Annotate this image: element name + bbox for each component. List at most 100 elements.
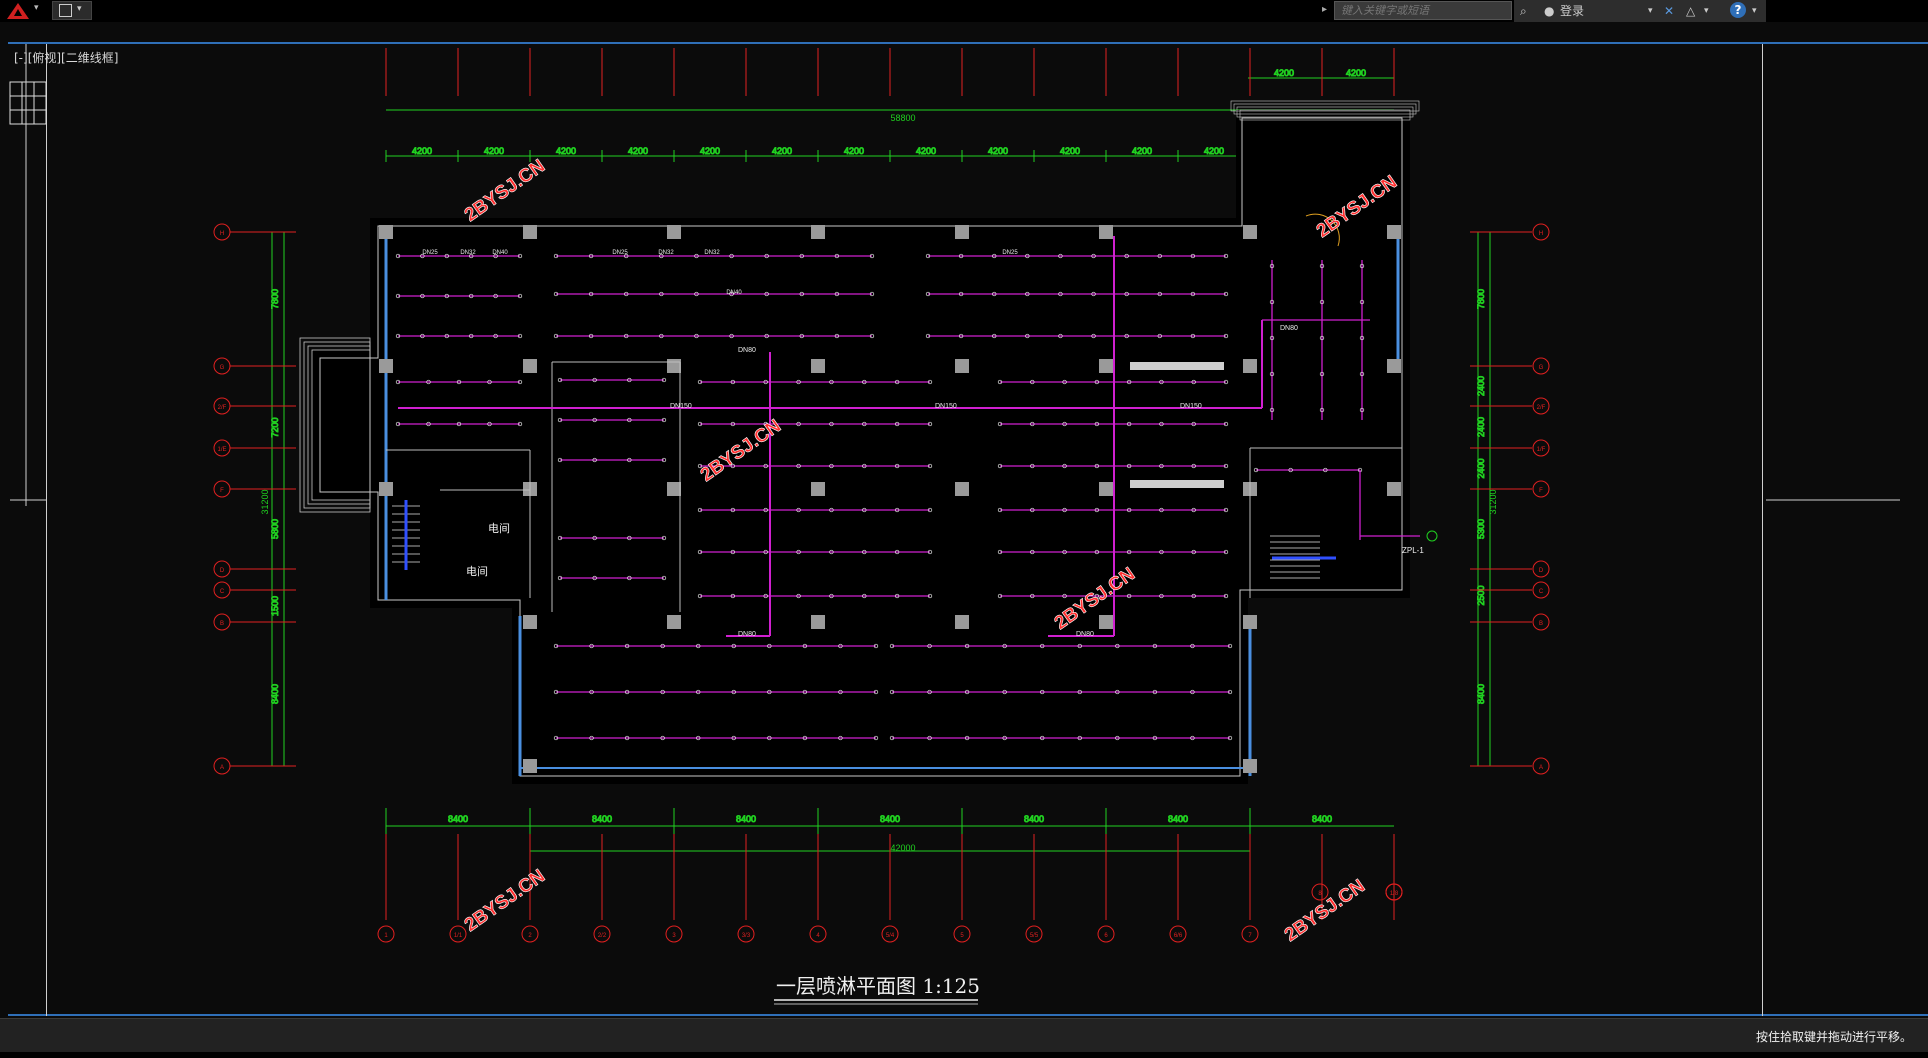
axis-bubble-label: 5 (960, 933, 964, 939)
top-dim-text: 4200 (916, 146, 936, 156)
structural-column (667, 482, 681, 496)
right-dim-text: 8400 (1476, 684, 1486, 704)
bottom-dim-text: 8400 (736, 814, 756, 824)
main-pipe-label-3: DN150 (670, 403, 692, 410)
axis-bubble-label: 6 (1104, 933, 1108, 939)
left-dim-text: 8400 (270, 684, 280, 704)
branch-pipe-label: DN40 (726, 290, 742, 296)
watermark-1: 2BYSJ.CN (461, 156, 549, 227)
structural-column (1099, 225, 1113, 239)
axis-bubble-label: F (220, 488, 224, 494)
axis-bubble-label: H (220, 231, 224, 237)
axis-bubble-label: G (1539, 365, 1544, 371)
axis-bubble-label: 1/F (1537, 447, 1546, 453)
top-right-dim-text: 4200 (1274, 68, 1294, 78)
top-dim-text: 4200 (844, 146, 864, 156)
bottom-dim-text: 8400 (1024, 814, 1044, 824)
branch-pipe-label: DN32 (658, 250, 674, 256)
right-dim-text: 2400 (1476, 417, 1486, 437)
top-dim-text: 4200 (700, 146, 720, 156)
main-pipe-label-4: DN80 (738, 347, 756, 354)
top-right-dim-text: 4200 (1346, 68, 1366, 78)
structural-column (379, 225, 393, 239)
branch-pipe-label: DN25 (1002, 250, 1018, 256)
structural-column (1099, 482, 1113, 496)
axis-bubble-label: 1/8 (1390, 891, 1399, 897)
axis-bubble-label: 7 (1248, 933, 1252, 939)
main-pipe-label-1: DN150 (935, 403, 957, 410)
axis-bubble-label: 5/4 (886, 933, 895, 939)
structural-column (811, 615, 825, 629)
top-dim-text: 4200 (484, 146, 504, 156)
left-total-dim: 31200 (260, 489, 270, 514)
axis-bubble-label: 2/F (1537, 405, 1546, 411)
structural-column (1243, 225, 1257, 239)
structural-column (379, 482, 393, 496)
structural-column (523, 759, 537, 773)
top-dim-text: 4200 (988, 146, 1008, 156)
axis-bubble-label: D (1539, 568, 1544, 574)
room-label-electric-1: 电间 (488, 522, 510, 535)
bottom-dim-text: 8400 (1168, 814, 1188, 824)
axis-bubble-label: C (220, 589, 225, 595)
riser-tag: ZPL-1 (1402, 546, 1424, 555)
right-dim-text: 5300 (1476, 519, 1486, 539)
branch-pipe-label: DN32 (704, 250, 720, 256)
top-dim-text: 4200 (1204, 146, 1224, 156)
top-dim-text: 4200 (412, 146, 432, 156)
structural-column (1243, 759, 1257, 773)
top-dim-text: 4200 (1132, 146, 1152, 156)
watermark-5: 2BYSJ.CN (461, 866, 549, 937)
total-dim-bottom: 42000 (890, 843, 915, 853)
structural-column (523, 359, 537, 373)
axis-bubble-label: 5/5 (1030, 933, 1039, 939)
structural-column (1243, 615, 1257, 629)
palette-tab[interactable] (9, 81, 47, 125)
right-dim-text: 2400 (1476, 458, 1486, 478)
structural-column (523, 225, 537, 239)
axis-bubble-label: 4 (816, 933, 820, 939)
main-pipe-label-5: DN80 (738, 631, 756, 638)
axis-bubble-label: 2/F (218, 405, 227, 411)
axis-bubble-label: 6/6 (1174, 933, 1183, 939)
branch-pipe-label: DN25 (612, 250, 628, 256)
structural-column (955, 615, 969, 629)
main-pipe-label-2: DN150 (1180, 403, 1202, 410)
axis-bubble-label: 3 (672, 933, 676, 939)
structural-column (523, 615, 537, 629)
axis-bubble-label: B (220, 621, 224, 627)
axis-bubble-label: D (220, 568, 225, 574)
right-total-dim: 31200 (1488, 489, 1498, 514)
left-dim-text: 1500 (270, 596, 280, 616)
structural-column (955, 359, 969, 373)
structural-column (955, 225, 969, 239)
room-label-electric-2: 电间 (466, 565, 488, 578)
axis-bubble-label: B (1539, 621, 1543, 627)
structural-column (1099, 359, 1113, 373)
structural-column (811, 359, 825, 373)
main-pipe-label-6: DN80 (1076, 631, 1094, 638)
axis-bubble-label: 2 (528, 933, 532, 939)
drawing-title: 一层喷淋平面图 1:125 (776, 974, 980, 998)
beam-marker (1130, 480, 1224, 488)
structural-column (1387, 482, 1401, 496)
bottom-dim-text: 8400 (880, 814, 900, 824)
branch-pipe-label: DN32 (460, 250, 476, 256)
structural-column (811, 225, 825, 239)
left-dim-text: 7800 (270, 289, 280, 309)
axis-bubble-label: A (220, 765, 224, 771)
right-dim-text: 2500 (1476, 585, 1486, 605)
axis-bubble-label: 1/1 (454, 933, 463, 939)
bottom-dim-text: 8400 (592, 814, 612, 824)
branch-pipe-label: DN25 (422, 250, 438, 256)
beam-marker (1130, 362, 1224, 370)
axis-bubble-label: G (220, 365, 225, 371)
cad-drawing: 4200 4200 4200 4200 4200 4200 4200 4200 4200 4200… (9, 44, 1900, 1005)
structural-column (1099, 615, 1113, 629)
status-message: 按住拾取键并拖动进行平移。 (1755, 1030, 1912, 1044)
structural-column (667, 615, 681, 629)
right-dim-text: 7800 (1476, 289, 1486, 309)
structural-column (1243, 359, 1257, 373)
status-bar: 按住拾取键并拖动进行平移。 (0, 1018, 1928, 1053)
structural-column (1387, 225, 1401, 239)
